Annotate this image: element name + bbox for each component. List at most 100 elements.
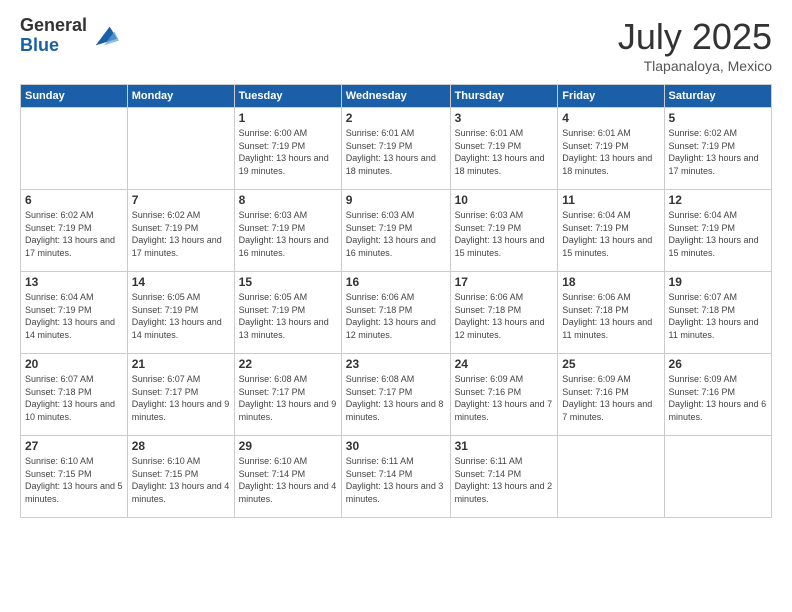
- day-info-1-1: Sunrise: 6:02 AM Sunset: 7:19 PM Dayligh…: [132, 209, 230, 259]
- day-cell-3-5: 25 Sunrise: 6:09 AM Sunset: 7:16 PM Dayli…: [558, 354, 664, 436]
- week-row-1: 6 Sunrise: 6:02 AM Sunset: 7:19 PM Daylig…: [21, 190, 772, 272]
- logo: General Blue: [20, 16, 119, 56]
- day-info-2-6: Sunrise: 6:07 AM Sunset: 7:18 PM Dayligh…: [669, 291, 767, 341]
- day-number-3-4: 24: [455, 357, 554, 371]
- day-info-2-2: Sunrise: 6:05 AM Sunset: 7:19 PM Dayligh…: [239, 291, 337, 341]
- day-cell-1-4: 10Sunrise: 6:03 AM Sunset: 7:19 PM Dayli…: [450, 190, 558, 272]
- day-number-0-4: 3: [455, 111, 554, 125]
- day-cell-2-1: 14 Sunrise: 6:05 AM Sunset: 7:19 PM Dayli…: [127, 272, 234, 354]
- day-number-3-0: 20: [25, 357, 123, 371]
- day-cell-1-0: 6 Sunrise: 6:02 AM Sunset: 7:19 PM Daylig…: [21, 190, 128, 272]
- day-cell-4-5: [558, 436, 664, 518]
- day-cell-2-3: 16 Sunrise: 6:06 AM Sunset: 7:18 PM Dayli…: [341, 272, 450, 354]
- day-number-2-1: 14: [132, 275, 230, 289]
- day-cell-4-2: 29 Sunrise: 6:10 AM Sunset: 7:14 PM Dayli…: [234, 436, 341, 518]
- day-number-4-4: 31: [455, 439, 554, 453]
- day-cell-3-3: 23 Sunrise: 6:08 AM Sunset: 7:17 PM Dayli…: [341, 354, 450, 436]
- day-info-3-5: Sunrise: 6:09 AM Sunset: 7:16 PM Dayligh…: [562, 373, 659, 423]
- logo-general-text: General: [20, 16, 87, 36]
- day-number-3-3: 23: [346, 357, 446, 371]
- week-row-4: 27 Sunrise: 6:10 AM Sunset: 7:15 PM Dayli…: [21, 436, 772, 518]
- location: Tlapanaloya, Mexico: [618, 58, 772, 74]
- day-number-3-2: 22: [239, 357, 337, 371]
- day-info-1-6: Sunrise: 6:04 AM Sunset: 7:19 PM Dayligh…: [669, 209, 767, 259]
- day-number-2-0: 13: [25, 275, 123, 289]
- day-number-1-4: 10: [455, 193, 554, 207]
- day-info-2-4: Sunrise: 6:06 AM Sunset: 7:18 PM Dayligh…: [455, 291, 554, 341]
- day-cell-2-4: 17Sunrise: 6:06 AM Sunset: 7:18 PM Dayli…: [450, 272, 558, 354]
- day-cell-0-6: 5 Sunrise: 6:02 AM Sunset: 7:19 PM Daylig…: [664, 108, 771, 190]
- day-number-0-5: 4: [562, 111, 659, 125]
- day-cell-1-1: 7 Sunrise: 6:02 AM Sunset: 7:19 PM Daylig…: [127, 190, 234, 272]
- logo-blue-text: Blue: [20, 36, 87, 56]
- day-info-3-3: Sunrise: 6:08 AM Sunset: 7:17 PM Dayligh…: [346, 373, 446, 423]
- day-cell-2-0: 13 Sunrise: 6:04 AM Sunset: 7:19 PM Dayli…: [21, 272, 128, 354]
- day-cell-0-1: [127, 108, 234, 190]
- week-row-0: 1Sunrise: 6:00 AM Sunset: 7:19 PM Daylig…: [21, 108, 772, 190]
- day-cell-0-5: 4 Sunrise: 6:01 AM Sunset: 7:19 PM Daylig…: [558, 108, 664, 190]
- col-monday: Monday: [127, 85, 234, 108]
- col-thursday: Thursday: [450, 85, 558, 108]
- day-info-4-0: Sunrise: 6:10 AM Sunset: 7:15 PM Dayligh…: [25, 455, 123, 505]
- day-number-2-3: 16: [346, 275, 446, 289]
- day-number-1-2: 8: [239, 193, 337, 207]
- day-cell-3-1: 21 Sunrise: 6:07 AM Sunset: 7:17 PM Dayli…: [127, 354, 234, 436]
- day-number-2-5: 18: [562, 275, 659, 289]
- day-number-4-2: 29: [239, 439, 337, 453]
- day-info-1-2: Sunrise: 6:03 AM Sunset: 7:19 PM Dayligh…: [239, 209, 337, 259]
- day-info-3-2: Sunrise: 6:08 AM Sunset: 7:17 PM Dayligh…: [239, 373, 337, 423]
- day-number-0-3: 2: [346, 111, 446, 125]
- day-info-1-5: Sunrise: 6:04 AM Sunset: 7:19 PM Dayligh…: [562, 209, 659, 259]
- day-number-1-5: 11: [562, 193, 659, 207]
- calendar-table: Sunday Monday Tuesday Wednesday Thursday…: [20, 84, 772, 518]
- day-cell-1-3: 9 Sunrise: 6:03 AM Sunset: 7:19 PM Daylig…: [341, 190, 450, 272]
- day-cell-3-4: 24 Sunrise: 6:09 AM Sunset: 7:16 PM Dayli…: [450, 354, 558, 436]
- day-info-3-1: Sunrise: 6:07 AM Sunset: 7:17 PM Dayligh…: [132, 373, 230, 423]
- col-wednesday: Wednesday: [341, 85, 450, 108]
- day-info-2-0: Sunrise: 6:04 AM Sunset: 7:19 PM Dayligh…: [25, 291, 123, 341]
- day-number-1-1: 7: [132, 193, 230, 207]
- day-info-4-3: Sunrise: 6:11 AM Sunset: 7:14 PM Dayligh…: [346, 455, 446, 505]
- day-cell-4-3: 30 Sunrise: 6:11 AM Sunset: 7:14 PM Dayli…: [341, 436, 450, 518]
- day-number-1-6: 12: [669, 193, 767, 207]
- day-info-0-5: Sunrise: 6:01 AM Sunset: 7:19 PM Dayligh…: [562, 127, 659, 177]
- day-number-3-5: 25: [562, 357, 659, 371]
- day-cell-0-2: 1Sunrise: 6:00 AM Sunset: 7:19 PM Daylig…: [234, 108, 341, 190]
- day-number-1-3: 9: [346, 193, 446, 207]
- day-cell-3-2: 22 Sunrise: 6:08 AM Sunset: 7:17 PM Dayli…: [234, 354, 341, 436]
- day-number-4-3: 30: [346, 439, 446, 453]
- day-number-0-6: 5: [669, 111, 767, 125]
- day-cell-0-4: 3 Sunrise: 6:01 AM Sunset: 7:19 PM Daylig…: [450, 108, 558, 190]
- col-saturday: Saturday: [664, 85, 771, 108]
- day-info-2-5: Sunrise: 6:06 AM Sunset: 7:18 PM Dayligh…: [562, 291, 659, 341]
- day-info-3-4: Sunrise: 6:09 AM Sunset: 7:16 PM Dayligh…: [455, 373, 554, 423]
- day-info-4-4: Sunrise: 6:11 AM Sunset: 7:14 PM Dayligh…: [455, 455, 554, 505]
- day-number-4-1: 28: [132, 439, 230, 453]
- day-info-3-6: Sunrise: 6:09 AM Sunset: 7:16 PM Dayligh…: [669, 373, 767, 423]
- day-info-0-3: Sunrise: 6:01 AM Sunset: 7:19 PM Dayligh…: [346, 127, 446, 177]
- day-info-3-0: Sunrise: 6:07 AM Sunset: 7:18 PM Dayligh…: [25, 373, 123, 423]
- day-cell-4-6: [664, 436, 771, 518]
- week-row-2: 13 Sunrise: 6:04 AM Sunset: 7:19 PM Dayli…: [21, 272, 772, 354]
- day-info-0-2: Sunrise: 6:00 AM Sunset: 7:19 PM Dayligh…: [239, 127, 337, 177]
- day-number-3-6: 26: [669, 357, 767, 371]
- day-info-0-4: Sunrise: 6:01 AM Sunset: 7:19 PM Dayligh…: [455, 127, 554, 177]
- day-number-3-1: 21: [132, 357, 230, 371]
- day-info-1-3: Sunrise: 6:03 AM Sunset: 7:19 PM Dayligh…: [346, 209, 446, 259]
- day-cell-1-6: 12 Sunrise: 6:04 AM Sunset: 7:19 PM Dayli…: [664, 190, 771, 272]
- day-info-1-0: Sunrise: 6:02 AM Sunset: 7:19 PM Dayligh…: [25, 209, 123, 259]
- day-cell-3-6: 26 Sunrise: 6:09 AM Sunset: 7:16 PM Dayli…: [664, 354, 771, 436]
- logo-icon: [91, 22, 119, 50]
- day-number-2-6: 19: [669, 275, 767, 289]
- day-number-4-0: 27: [25, 439, 123, 453]
- day-info-2-1: Sunrise: 6:05 AM Sunset: 7:19 PM Dayligh…: [132, 291, 230, 341]
- day-info-2-3: Sunrise: 6:06 AM Sunset: 7:18 PM Dayligh…: [346, 291, 446, 341]
- day-info-4-1: Sunrise: 6:10 AM Sunset: 7:15 PM Dayligh…: [132, 455, 230, 505]
- day-cell-1-2: 8 Sunrise: 6:03 AM Sunset: 7:19 PM Daylig…: [234, 190, 341, 272]
- day-number-1-0: 6: [25, 193, 123, 207]
- day-cell-2-2: 15Sunrise: 6:05 AM Sunset: 7:19 PM Dayli…: [234, 272, 341, 354]
- month-title: July 2025: [618, 16, 772, 58]
- day-cell-3-0: 20 Sunrise: 6:07 AM Sunset: 7:18 PM Dayli…: [21, 354, 128, 436]
- day-info-4-2: Sunrise: 6:10 AM Sunset: 7:14 PM Dayligh…: [239, 455, 337, 505]
- day-info-0-6: Sunrise: 6:02 AM Sunset: 7:19 PM Dayligh…: [669, 127, 767, 177]
